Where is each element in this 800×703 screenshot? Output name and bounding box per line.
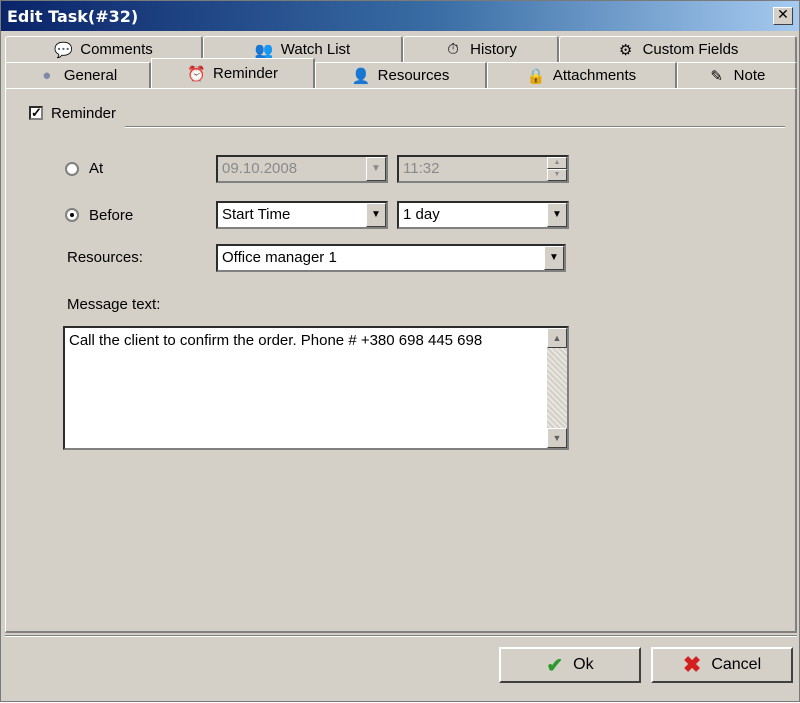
tab-attachments[interactable]: 🔒 Attachments xyxy=(487,62,677,88)
ok-label: Ok xyxy=(573,656,594,673)
at-radio[interactable] xyxy=(65,162,79,176)
person-icon: 👤 xyxy=(351,67,371,85)
tab-label: Attachments xyxy=(552,67,637,84)
tab-resources[interactable]: 👤 Resources xyxy=(315,62,487,88)
general-icon: ● xyxy=(42,67,52,84)
cancel-label: Cancel xyxy=(711,656,762,673)
title-bar[interactable]: Edit Task(#32) ✕ xyxy=(1,1,799,31)
custom-fields-icon: ⚙ xyxy=(618,41,633,59)
window-title: Edit Task(#32) xyxy=(7,7,139,26)
note-icon: ✎ xyxy=(710,67,723,85)
cross-icon: ✖ xyxy=(682,652,702,677)
tab-history[interactable]: ⏱ History xyxy=(403,36,559,62)
watch-list-icon: 👥 xyxy=(254,41,274,59)
tab-label: General xyxy=(63,67,118,84)
close-icon: ✕ xyxy=(777,7,789,23)
tab-custom-fields[interactable]: ⚙ Custom Fields xyxy=(559,36,797,62)
tab-label: History xyxy=(470,41,517,58)
tab-label: Comments xyxy=(80,41,153,58)
tab-label: Custom Fields xyxy=(642,41,739,58)
tab-reminder[interactable]: ⏰ Reminder xyxy=(151,58,315,88)
footer-divider xyxy=(5,635,797,637)
check-mark-icon: ✓ xyxy=(31,105,42,120)
edit-task-window: Edit Task(#32) ✕ 💬 Comments 👥 Watch List… xyxy=(0,0,800,702)
reminder-tab-panel xyxy=(5,88,797,633)
check-icon: ✔ xyxy=(546,654,564,677)
tab-label: Note xyxy=(733,67,766,84)
tab-label: Reminder xyxy=(212,65,279,82)
reminder-checkbox[interactable]: ✓ xyxy=(29,106,43,120)
tab-label: Watch List xyxy=(280,41,351,58)
before-radio[interactable] xyxy=(65,208,79,222)
close-button[interactable]: ✕ xyxy=(773,7,793,25)
history-icon: ⏱ xyxy=(447,41,459,58)
padlock-icon: 🔒 xyxy=(526,67,546,85)
tab-note[interactable]: ✎ Note xyxy=(677,62,797,88)
comments-icon: 💬 xyxy=(54,41,73,59)
ok-button[interactable]: ✔ Ok xyxy=(499,647,641,683)
tab-general[interactable]: ● General xyxy=(5,62,151,88)
cancel-button[interactable]: ✖ Cancel xyxy=(651,647,793,683)
tab-label: Resources xyxy=(377,67,450,84)
alarm-clock-icon: ⏰ xyxy=(186,65,206,83)
